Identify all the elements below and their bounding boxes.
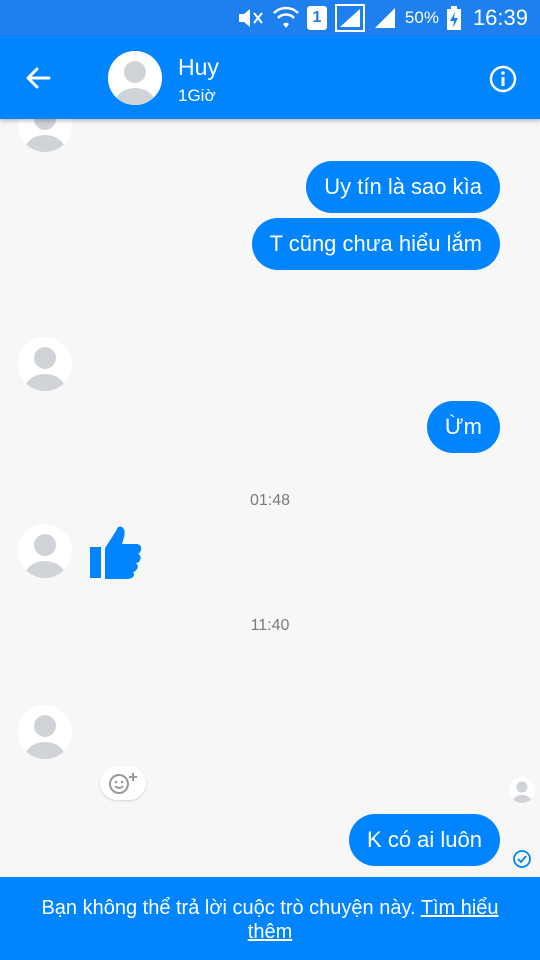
signal-icon-2 [373,6,397,30]
info-icon[interactable] [488,64,518,94]
contact-active-status: 1Giờ [178,86,216,105]
battery-percent: 50% [404,8,439,27]
thumbs-up-icon[interactable] [89,523,143,586]
contact-avatar[interactable] [108,51,162,105]
clock: 16:39 [472,5,528,30]
sender-avatar[interactable] [18,524,72,578]
timestamp: 01:48 [249,492,291,509]
conversation-header: Huy 1Giờ [0,36,540,119]
status-bar: 1 50% 16:39 [0,0,540,36]
message-bubble-outgoing[interactable]: K có ai luôn [349,814,500,866]
battery-charging-icon [446,6,461,30]
contact-name[interactable]: Huy [178,54,219,81]
back-arrow-icon[interactable] [18,58,58,98]
sender-avatar[interactable] [18,337,72,391]
wifi-icon [273,6,299,30]
signal-icon [334,4,365,32]
message-bubble-outgoing[interactable]: Ừm [426,401,500,453]
mute-vibrate-icon [235,6,265,30]
message-bubble-outgoing[interactable]: Uy tín là sao kìa [306,161,500,213]
sender-avatar[interactable] [18,705,72,759]
delivered-check-icon [512,849,532,869]
message-bubble-outgoing[interactable]: T cũng chưa hiểu lắm [251,218,500,270]
timestamp: 11:40 [250,617,290,634]
sim-slot-badge: 1 [306,6,327,30]
add-reaction-icon[interactable] [100,766,146,800]
notice-text: Bạn không thể trả lời cuộc trò chuyện nà… [41,897,416,919]
cannot-reply-notice: Bạn không thể trả lời cuộc trò chuyện nà… [0,877,540,960]
seen-by-avatar [509,777,535,803]
